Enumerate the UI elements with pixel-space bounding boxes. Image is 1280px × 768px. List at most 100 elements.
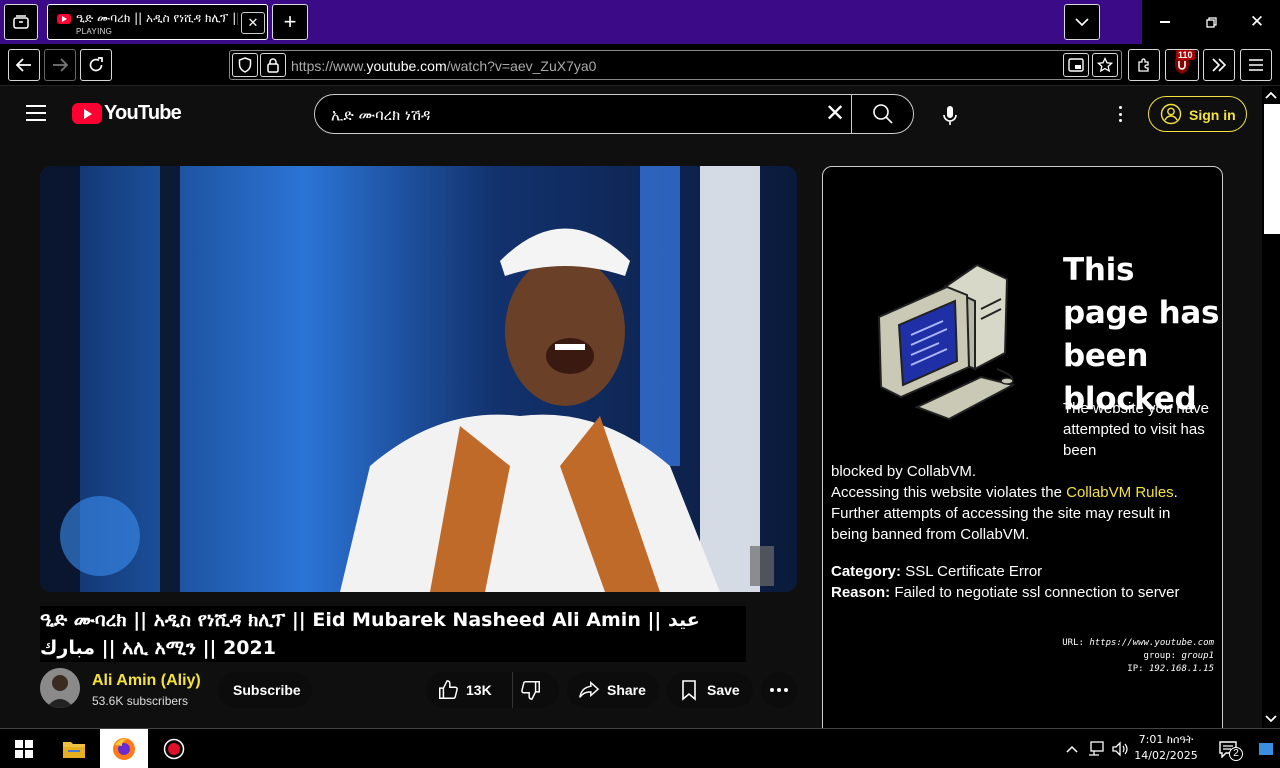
- url-prefix: https://www.: [291, 58, 367, 74]
- like-dislike-group: 13K: [426, 672, 559, 708]
- app-menu-button[interactable]: [1240, 49, 1272, 81]
- chevron-down-icon: [1075, 18, 1089, 26]
- restore-icon: [1205, 16, 1217, 28]
- youtube-header: YouTube ኢድ ሙባረክ ነሽዳ ✕ Sign in: [0, 86, 1262, 142]
- volume-control[interactable]: [1108, 729, 1132, 768]
- blocked-ip-value: 192.168.1.15: [1148, 664, 1214, 674]
- arrow-right-icon: [53, 58, 68, 72]
- taskbar-firefox[interactable]: [100, 729, 148, 768]
- show-desktop-button[interactable]: [1252, 729, 1280, 768]
- blocked-explanation: blocked by CollabVM. Accessing this webs…: [831, 461, 1211, 545]
- youtube-logo-text[interactable]: YouTube: [104, 102, 182, 125]
- scrollbar-thumb[interactable]: [1264, 104, 1280, 234]
- blocked-url-value: https://www.youtube.com: [1089, 638, 1214, 648]
- tab-overview-button[interactable]: [4, 4, 38, 40]
- more-actions-button[interactable]: [761, 672, 797, 708]
- restore-button[interactable]: [1188, 0, 1234, 44]
- overflow-menu-button[interactable]: [1203, 49, 1235, 81]
- network-status[interactable]: [1084, 729, 1108, 768]
- blocked-title: This page has been blocked: [1063, 252, 1220, 417]
- youtube-logo-icon[interactable]: [72, 103, 102, 124]
- shield-icon: [238, 57, 252, 73]
- clock-date: 14/02/2025: [1134, 749, 1198, 762]
- extensions-button[interactable]: [1128, 49, 1160, 81]
- lock-icon: [267, 57, 279, 73]
- new-tab-button[interactable]: +: [272, 4, 308, 40]
- puzzle-icon: [1138, 58, 1149, 72]
- forward-button[interactable]: [44, 49, 76, 81]
- ublock-badge: 110: [1176, 50, 1195, 60]
- video-frame-image: [40, 166, 797, 592]
- settings-more-icon[interactable]: [1110, 104, 1130, 124]
- start-button[interactable]: [0, 729, 48, 768]
- blocked-page-panel: This page has been blocked The website y…: [822, 166, 1223, 728]
- system-clock[interactable]: 7:01 ከሰዓት 14/02/2025: [1134, 732, 1198, 764]
- scroll-down-arrow-icon[interactable]: [1262, 712, 1280, 726]
- double-chevron-right-icon: [1212, 58, 1227, 72]
- subscriber-count: 53.6K subscribers: [92, 694, 189, 708]
- category-value: SSL Certificate Error: [905, 563, 1043, 580]
- share-label: Share: [607, 682, 646, 698]
- tab-close-button[interactable]: ✕: [241, 12, 265, 34]
- reason-value: Failed to negotiate ssl connection to se…: [894, 584, 1180, 601]
- blocked-group-value: group1: [1181, 651, 1214, 661]
- search-clear-button[interactable]: ✕: [821, 101, 849, 129]
- close-window-button[interactable]: ✕: [1234, 0, 1280, 44]
- speaker-icon: [1112, 741, 1128, 757]
- rules-sentence: Accessing this website violates the Coll…: [831, 482, 1211, 503]
- collabvm-rules-link[interactable]: CollabVM Rules: [1066, 484, 1174, 501]
- star-icon: [1097, 57, 1113, 73]
- share-button[interactable]: Share: [567, 672, 659, 708]
- thumbs-down-icon: [521, 681, 540, 700]
- blocked-url-row: URL: https://www.youtube.com: [1062, 637, 1214, 650]
- close-icon: ✕: [247, 15, 259, 30]
- bookmark-star-button[interactable]: [1092, 53, 1118, 77]
- url-text[interactable]: https://www.youtube.com/watch?v=aev_ZuX7…: [291, 58, 596, 74]
- channel-avatar[interactable]: [40, 668, 80, 708]
- address-bar[interactable]: https://www.youtube.com/watch?v=aev_ZuX7…: [229, 50, 1122, 80]
- taskbar-recorder[interactable]: [150, 729, 198, 768]
- search-input[interactable]: ኢድ ሙባረክ ነሽዳ ✕: [314, 94, 914, 134]
- screen: ዒድ ሙባረክ || አዲስ የነሺዳ ክሊፕ || Eid Mubarek N…: [0, 0, 1280, 768]
- guide-menu-icon[interactable]: [26, 105, 46, 121]
- page-scrollbar[interactable]: [1262, 86, 1280, 728]
- folder-icon: [63, 742, 85, 758]
- minimize-icon: [1160, 21, 1170, 23]
- video-player[interactable]: [40, 166, 797, 592]
- show-hidden-icons-button[interactable]: [1060, 729, 1084, 768]
- sign-in-label: Sign in: [1189, 107, 1236, 123]
- dislike-button[interactable]: [512, 672, 559, 708]
- clock-time: 7:01 ከሰዓት: [1138, 733, 1194, 746]
- url-domain: youtube.com: [366, 58, 447, 74]
- ban-warning-text: Further attempts of accessing the site m…: [831, 505, 1171, 543]
- microphone-icon: [943, 106, 957, 125]
- tab-list-dropdown[interactable]: [1064, 4, 1100, 40]
- site-info-button[interactable]: [260, 53, 286, 77]
- channel-name[interactable]: Ali Amin (Aliy): [92, 672, 201, 690]
- taskbar-file-explorer[interactable]: [50, 729, 98, 768]
- rules-sentence-period: .: [1173, 484, 1178, 501]
- search-button[interactable]: [851, 95, 914, 133]
- windows-taskbar: 7:01 ከሰዓት 14/02/2025 2: [0, 728, 1280, 768]
- action-center-button[interactable]: 2: [1208, 729, 1248, 768]
- reload-icon: [89, 57, 103, 72]
- reload-button[interactable]: [80, 49, 112, 81]
- reader-view-button[interactable]: [1063, 53, 1089, 77]
- browser-tab-active[interactable]: ዒድ ሙባረክ || አዲስ የነሺዳ ክሊፕ || Eid Mubarek N…: [47, 4, 268, 40]
- save-button[interactable]: Save: [667, 672, 753, 708]
- sign-in-button[interactable]: Sign in: [1148, 96, 1247, 132]
- blocked-group-row: group: group1: [1062, 650, 1214, 663]
- rules-sentence-text: Accessing this website violates the: [831, 484, 1067, 501]
- tracking-protection-button[interactable]: [232, 53, 258, 77]
- blocked-ip-label: IP:: [1127, 664, 1144, 674]
- scroll-up-arrow-icon[interactable]: [1262, 88, 1280, 102]
- hamburger-menu-icon: [1249, 59, 1263, 71]
- minimize-button[interactable]: [1142, 0, 1188, 44]
- subscribe-button[interactable]: Subscribe: [218, 672, 312, 708]
- tab-list-icon: [13, 15, 29, 29]
- back-button[interactable]: [8, 49, 40, 81]
- voice-search-button[interactable]: [938, 104, 962, 128]
- like-button[interactable]: 13K: [426, 672, 512, 708]
- close-icon: ✕: [824, 100, 846, 127]
- account-circle-icon: [1160, 103, 1182, 125]
